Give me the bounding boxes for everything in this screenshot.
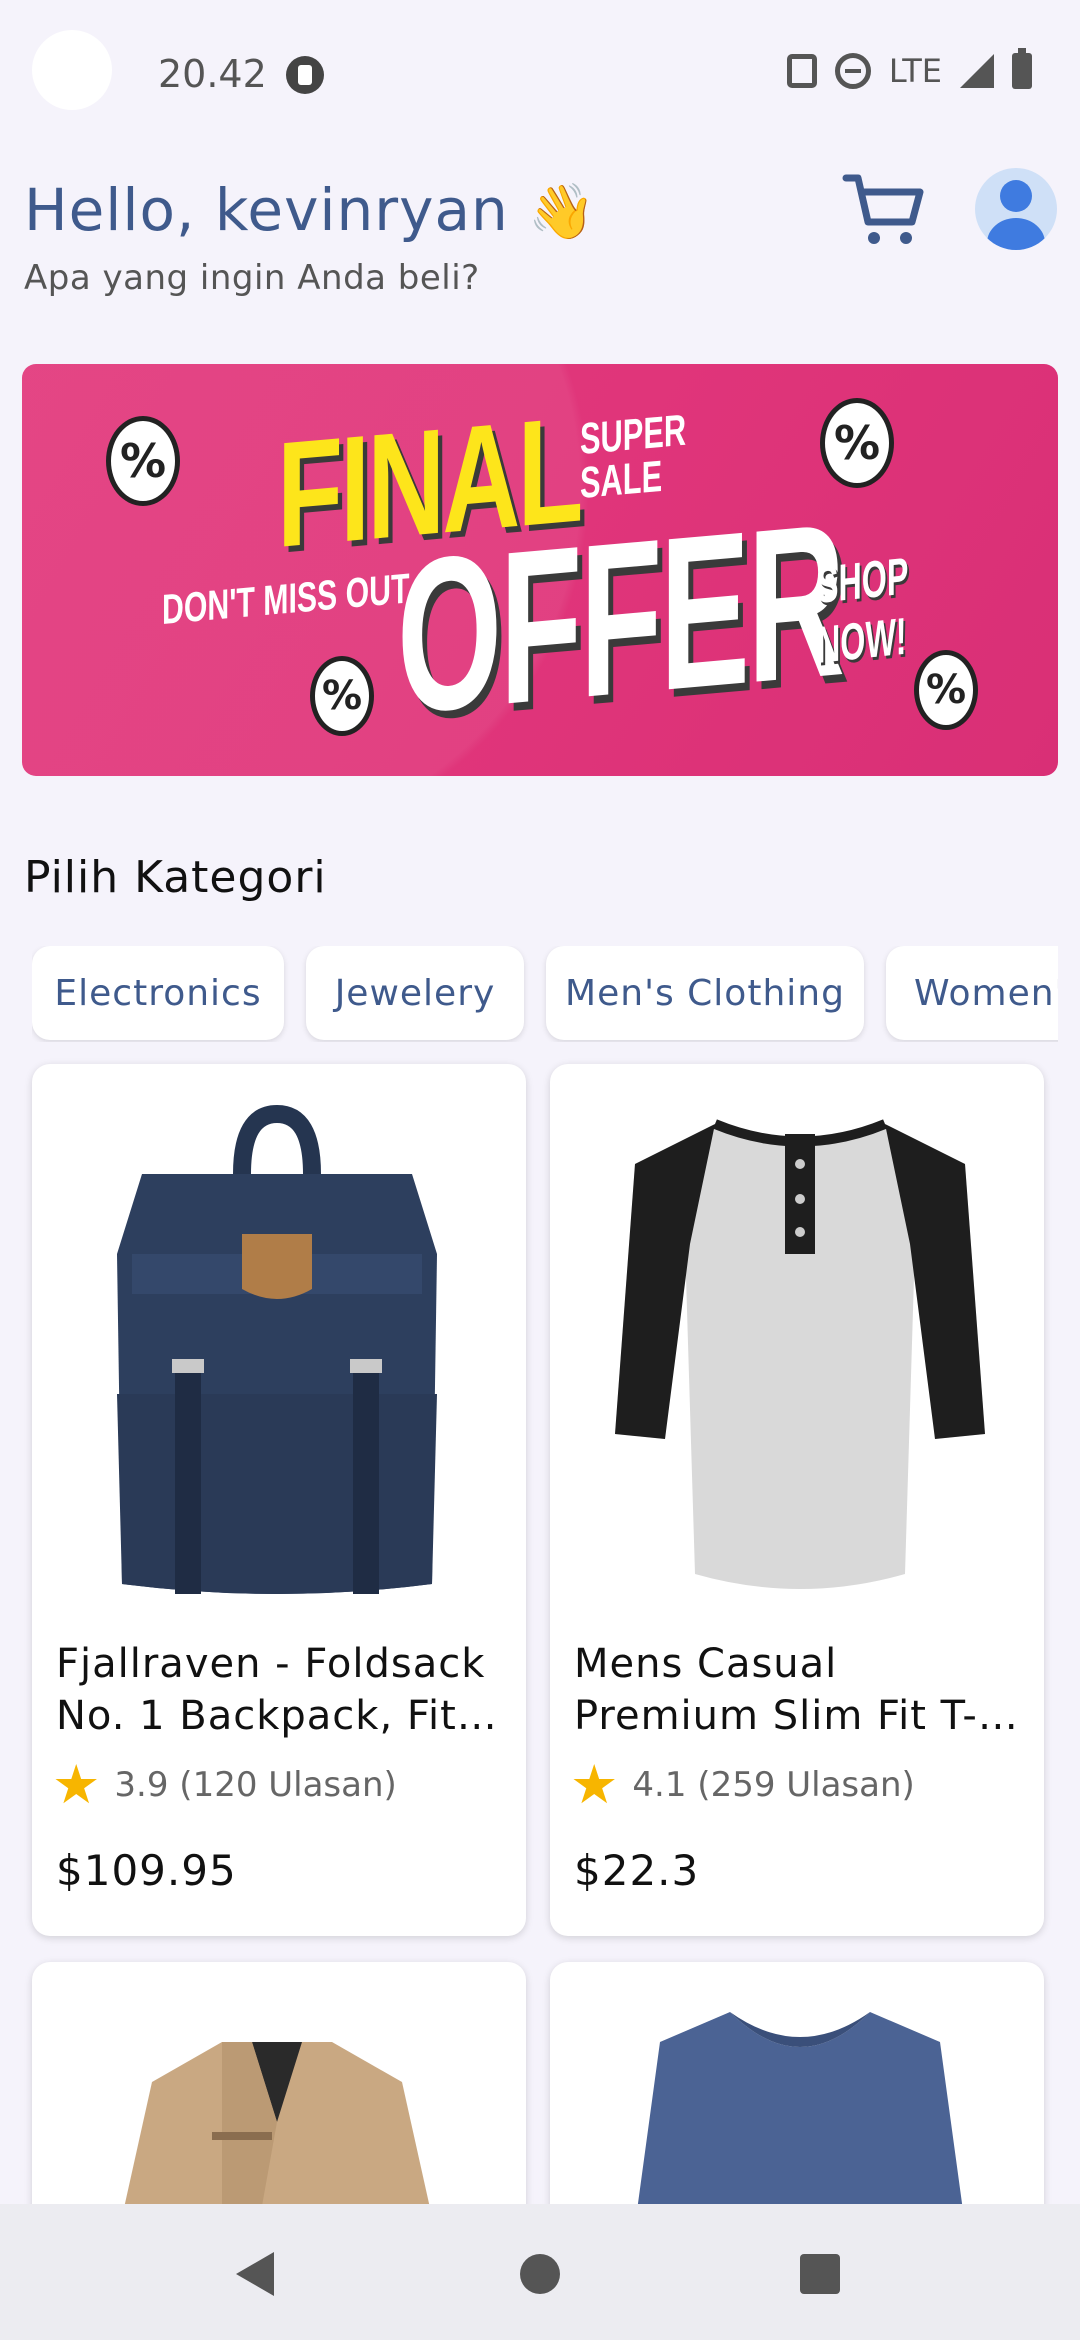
- recents-icon[interactable]: [800, 2254, 840, 2294]
- percent-badge-icon: %: [106, 416, 180, 506]
- category-chip-mens-clothing[interactable]: Men's Clothing: [546, 946, 864, 1040]
- tshirt-image: [615, 1119, 985, 1589]
- percent-badge-icon: %: [310, 656, 374, 736]
- status-icons: LTE: [786, 48, 1032, 90]
- cart-button[interactable]: [840, 170, 930, 250]
- category-section-title: Pilih Kategori: [24, 852, 327, 903]
- category-chip-list[interactable]: Electronics Jewelery Men's Clothing Wome…: [32, 946, 1058, 1042]
- product-price: $22.3: [574, 1846, 700, 1895]
- system-nav-bar: [0, 2204, 1080, 2340]
- product-card[interactable]: Fjallraven - Foldsack No. 1 Backpack, Fi…: [32, 1064, 526, 1936]
- product-card[interactable]: Mens Casual Premium Slim Fit T-Shirts ★ …: [550, 1064, 1044, 1936]
- star-icon: ★: [52, 1753, 101, 1816]
- backpack-image: [117, 1104, 437, 1594]
- home-icon[interactable]: [520, 2254, 560, 2294]
- waving-hand-icon: 👋: [528, 180, 597, 243]
- category-chip-womens-clothing[interactable]: Women's Clothing: [886, 946, 1058, 1040]
- avatar-body: [987, 218, 1045, 250]
- greeting-subtitle: Apa yang ingin Anda beli?: [24, 258, 480, 298]
- network-type: LTE: [888, 52, 942, 90]
- category-chip-jewelery[interactable]: Jewelery: [306, 946, 524, 1040]
- product-rating-text: 3.9 (120 Ulasan): [114, 1765, 397, 1805]
- avatar-head: [1000, 180, 1032, 212]
- cart-icon: [842, 174, 924, 244]
- product-price: $109.95: [56, 1846, 237, 1895]
- status-time: 20.42: [158, 52, 267, 96]
- promo-banner[interactable]: % % % % FINAL SUPER SALE DON'T MISS OUT …: [22, 364, 1058, 776]
- signal-icon: [960, 54, 994, 88]
- percent-badge-icon: %: [820, 398, 894, 488]
- back-icon[interactable]: [236, 2252, 274, 2296]
- product-rating-text: 4.1 (259 Ulasan): [632, 1765, 915, 1805]
- banner-shop-now: SHOP NOW!: [817, 547, 908, 675]
- product-rating: ★ 3.9 (120 Ulasan): [52, 1753, 397, 1816]
- banner-tagline: DON'T MISS OUT: [162, 564, 410, 633]
- avatar[interactable]: [975, 168, 1057, 250]
- greeting-title: Hello, kevinryan 👋: [24, 176, 596, 244]
- do-not-disturb-icon: [834, 53, 871, 89]
- greeting-text: Hello, kevinryan: [24, 176, 509, 244]
- banner-offer-text: OFFER: [397, 478, 843, 760]
- star-icon: ★: [570, 1753, 619, 1816]
- status-bar: 20.42 LTE: [0, 0, 1080, 150]
- battery-icon: [1012, 48, 1032, 89]
- vibrate-icon: [786, 54, 817, 88]
- product-rating: ★ 4.1 (259 Ulasan): [570, 1753, 915, 1816]
- product-name: Mens Casual Premium Slim Fit T-Shirts: [574, 1641, 978, 1739]
- app-notification-icon: [286, 56, 324, 94]
- category-chip-electronics[interactable]: Electronics: [32, 946, 284, 1040]
- camera-cutout: [32, 30, 112, 110]
- product-name: Fjallraven - Foldsack No. 1 Backpack, Fi…: [56, 1641, 486, 1739]
